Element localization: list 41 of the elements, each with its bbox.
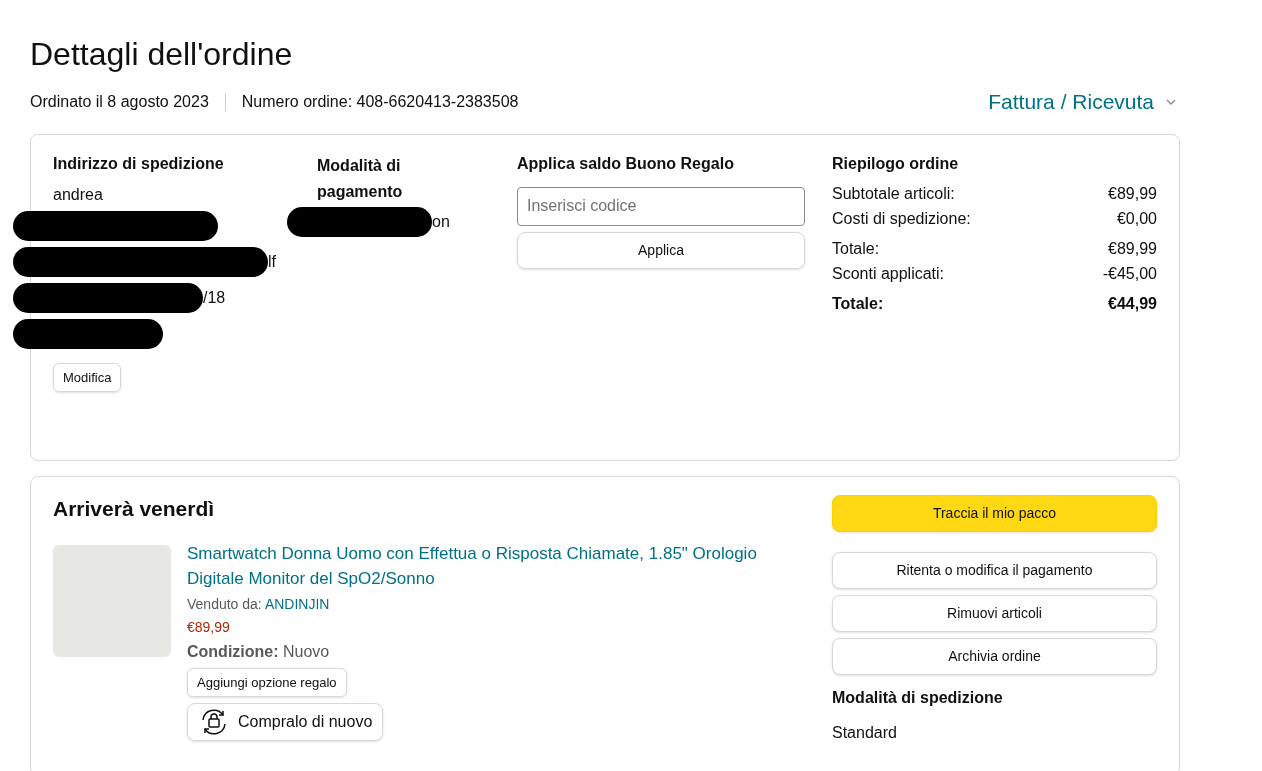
summary-label: Costi di spedizione:: [832, 208, 971, 229]
section-heading: Applica saldo Buono Regalo: [517, 153, 735, 174]
seller-link[interactable]: ANDINJIN: [264, 595, 330, 612]
order-date: Ordinato il 8 agosto 2023: [30, 91, 209, 112]
gift-option-button[interactable]: Aggiungi opzione regalo: [187, 667, 347, 697]
summary-label: Totale:: [832, 238, 880, 259]
address-fragment: lf: [268, 251, 276, 272]
summary-label: Subtotale articoli:: [832, 183, 955, 204]
apply-button[interactable]: Applica: [517, 231, 805, 269]
condition-label: Condizione:: [187, 642, 279, 660]
summary-label: Totale:: [832, 293, 884, 314]
address-fragment: /18: [203, 287, 226, 308]
section-heading: Modalità di pagamento: [317, 155, 404, 202]
action-button[interactable]: Ritenta o modifica il pagamento: [832, 551, 1157, 589]
product-price: €89,99: [187, 617, 230, 637]
summary-value: €0,00: [1116, 208, 1157, 229]
action-button[interactable]: Archivia ordine: [832, 637, 1157, 675]
action-button[interactable]: Rimuovi articoli: [832, 594, 1157, 632]
code-input-field[interactable]: Inserisci codice: [517, 186, 805, 226]
delivery-heading: Arriverà venerdì: [53, 495, 216, 522]
payment-fragment: on: [432, 211, 450, 232]
recipient-name: andrea: [53, 184, 104, 205]
sold-by-label: Venduto da:: [187, 595, 262, 612]
summary-label: Sconti applicati:: [832, 263, 945, 284]
page-title: Dettagli dell'ordine: [30, 35, 294, 74]
shipping-method: Standard: [832, 722, 898, 743]
summary-value: €44,99: [1108, 293, 1157, 314]
invoice-dropdown[interactable]: Fattura / Ricevuta: [988, 86, 1176, 118]
section-heading: Riepilogo ordine: [832, 153, 960, 174]
edit-button[interactable]: Modifica: [53, 362, 122, 392]
product-title-link[interactable]: Smartwatch Donna Uomo con Effettua o Risposta Chiamate, 1.85" Orologio Digitale Monitor del SpO2/Sonno: [187, 540, 797, 591]
action-button[interactable]: Traccia il mio pacco: [832, 494, 1157, 532]
condition-value: Nuovo: [283, 642, 330, 660]
summary-value: €89,99: [1108, 238, 1157, 259]
summary-value: €89,99: [1108, 183, 1157, 204]
order-number: Numero ordine: 408-6620413-2383508: [241, 91, 519, 112]
buy-again-button[interactable]: Compralo di nuovo: [187, 703, 384, 741]
summary-value: -€45,00: [1102, 263, 1157, 284]
shipping-method-heading: Modalità di spedizione: [832, 687, 1004, 708]
section-heading: Indirizzo di spedizione: [53, 153, 225, 174]
chevron-down-icon: [1166, 98, 1176, 105]
